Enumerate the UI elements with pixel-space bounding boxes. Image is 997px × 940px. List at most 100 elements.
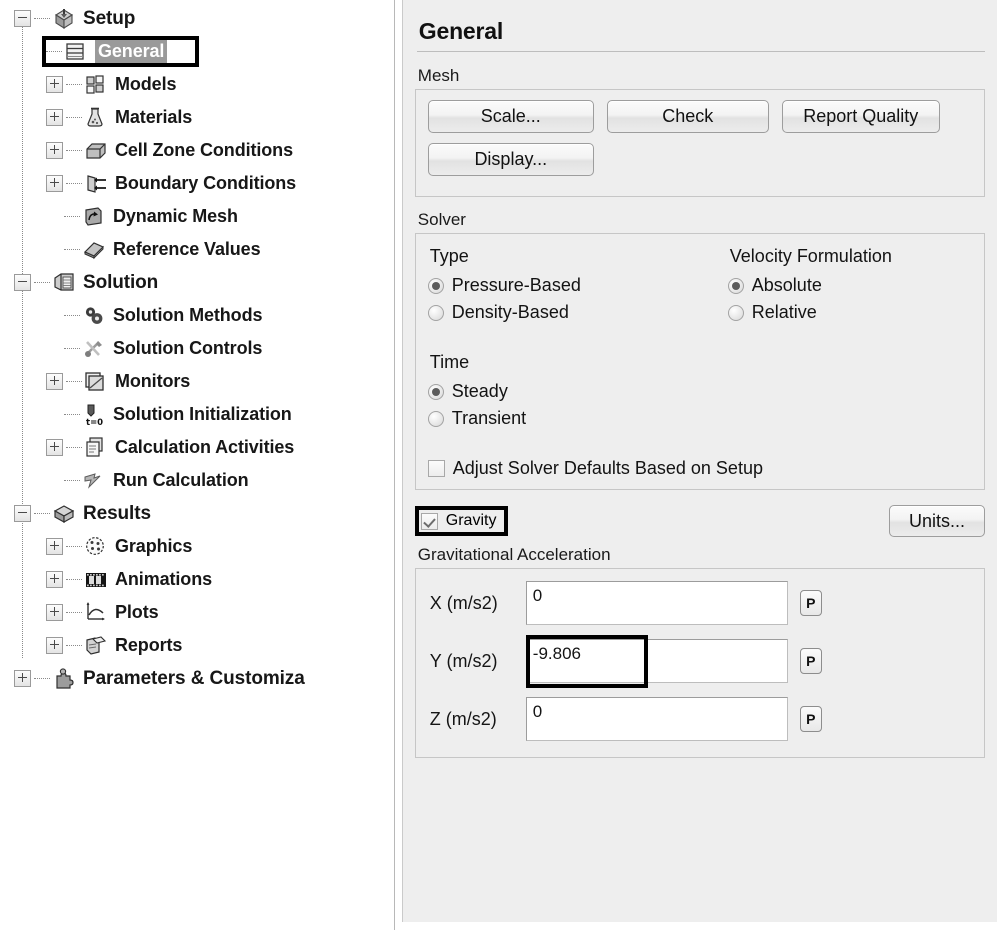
- expander-plus-icon[interactable]: [46, 175, 63, 192]
- results-box-icon: [52, 502, 76, 526]
- gravity-field-x: X (m/s2) 0 P: [430, 581, 974, 625]
- gravity-z-input[interactable]: 0: [525, 697, 788, 741]
- tree-item-results[interactable]: Results: [0, 497, 394, 530]
- radio-unselected-icon[interactable]: [727, 304, 744, 321]
- tree-item-reference-values[interactable]: Reference Values: [0, 233, 394, 266]
- adjust-solver-defaults-checkbox-row[interactable]: Adjust Solver Defaults Based on Setup: [427, 458, 972, 479]
- parameter-button-z[interactable]: P: [799, 706, 822, 732]
- time-column: Time Steady Transient: [427, 352, 972, 432]
- setup-box-icon: [52, 7, 76, 31]
- checkbox-checked-icon[interactable]: [420, 512, 438, 530]
- solution-methods-gears-icon: [82, 304, 106, 328]
- expander-plus-icon[interactable]: [46, 76, 63, 93]
- tree-item-boundary-conditions[interactable]: Boundary Conditions: [0, 167, 394, 200]
- display-button[interactable]: Display...: [427, 143, 594, 176]
- expander-plus-icon[interactable]: [46, 538, 63, 555]
- tree-item-monitors[interactable]: Monitors: [0, 365, 394, 398]
- radio-label: Density-Based: [451, 302, 569, 322]
- outline-tree-panel[interactable]: Setup General Models Materials Cell Zone…: [0, 0, 395, 930]
- tree-item-label: Solution Methods: [113, 305, 263, 325]
- tree-item-dynamic-mesh[interactable]: Dynamic Mesh: [0, 200, 394, 233]
- units-button[interactable]: Units...: [889, 505, 985, 537]
- check-button[interactable]: Check: [606, 100, 769, 133]
- radio-label: Absolute: [751, 275, 822, 295]
- tree-item-label: Animations: [115, 569, 213, 589]
- tree-item-solution-initialization[interactable]: t=0 Solution Initialization: [0, 398, 394, 431]
- radio-transient[interactable]: Transient: [427, 405, 972, 432]
- tree-connector: [64, 314, 80, 317]
- expander-minus-icon[interactable]: [14, 505, 31, 522]
- expander-minus-icon[interactable]: [14, 10, 31, 27]
- page-title: General: [418, 18, 504, 44]
- graphics-palette-icon: [84, 535, 108, 559]
- reference-values-book-icon: [82, 238, 106, 262]
- tree-connector: [64, 479, 80, 482]
- tree-item-models[interactable]: Models: [0, 68, 394, 101]
- report-quality-button[interactable]: Report Quality: [781, 100, 940, 133]
- checkbox-unchecked-icon[interactable]: [427, 460, 445, 477]
- tree-item-solution-methods[interactable]: Solution Methods: [0, 299, 394, 332]
- tree-item-animations[interactable]: Animations: [0, 563, 394, 596]
- tree-item-label: Parameters & Customiza: [83, 667, 305, 689]
- general-list-icon: [64, 40, 88, 64]
- radio-unselected-icon[interactable]: [427, 304, 444, 321]
- gravity-checkbox-row[interactable]: Gravity: [414, 506, 509, 536]
- tree-item-label: Results: [83, 502, 151, 524]
- tree-connector: [66, 83, 82, 86]
- parameter-button-y[interactable]: P: [799, 648, 822, 674]
- cell-zone-box-icon: [84, 139, 108, 163]
- tree-item-label: Dynamic Mesh: [113, 206, 238, 226]
- tree-item-reports[interactable]: Reports: [0, 629, 394, 662]
- tree-connector: [66, 149, 82, 152]
- radio-selected-icon[interactable]: [727, 277, 744, 294]
- radio-selected-icon[interactable]: [427, 383, 444, 400]
- tree-item-solution-controls[interactable]: Solution Controls: [0, 332, 394, 365]
- expander-plus-icon[interactable]: [14, 670, 31, 687]
- tree-item-parameters-customization[interactable]: Parameters & Customiza: [0, 662, 394, 695]
- tree-item-general[interactable]: General: [0, 35, 394, 68]
- radio-unselected-icon[interactable]: [427, 410, 444, 427]
- tree-item-graphics[interactable]: Graphics: [0, 530, 394, 563]
- solver-type-column: Type Pressure-Based Density-Based: [427, 244, 728, 326]
- radio-selected-icon[interactable]: [427, 277, 444, 294]
- gravity-x-input[interactable]: 0: [525, 581, 788, 625]
- animations-filmstrip-icon: [84, 568, 108, 592]
- mesh-group-label: Mesh: [417, 66, 460, 85]
- expander-plus-icon[interactable]: [46, 439, 63, 456]
- task-page-general: General Mesh Scale... Check Report Quali…: [401, 0, 997, 922]
- tree-item-materials[interactable]: Materials: [0, 101, 394, 134]
- tree-connector: [66, 182, 82, 185]
- tree-connector: [64, 413, 80, 416]
- gravity-field-z: Z (m/s2) 0 P: [430, 697, 974, 741]
- tree-item-label: Calculation Activities: [115, 437, 295, 457]
- expander-plus-icon[interactable]: [46, 571, 63, 588]
- radio-pressure-based[interactable]: Pressure-Based: [427, 272, 728, 299]
- radio-steady[interactable]: Steady: [427, 378, 972, 405]
- expander-plus-icon[interactable]: [46, 604, 63, 621]
- gravity-y-input[interactable]: -9.806: [525, 639, 788, 683]
- radio-relative[interactable]: Relative: [727, 299, 972, 326]
- parameter-button-x[interactable]: P: [799, 590, 822, 616]
- tree-item-solution[interactable]: Solution: [0, 266, 394, 299]
- tree-item-setup[interactable]: Setup: [0, 2, 394, 35]
- tree-item-run-calculation[interactable]: Run Calculation: [0, 464, 394, 497]
- expander-plus-icon[interactable]: [46, 142, 63, 159]
- tree-item-label: Reports: [115, 635, 183, 655]
- tree-item-calculation-activities[interactable]: Calculation Activities: [0, 431, 394, 464]
- materials-flask-icon: [84, 106, 108, 130]
- expander-minus-icon[interactable]: [14, 274, 31, 291]
- mesh-button-row-1: Scale... Check Report Quality: [427, 100, 972, 133]
- tree-item-label: Materials: [115, 107, 193, 127]
- outline-tree: Setup General Models Materials Cell Zone…: [0, 0, 394, 695]
- tree-item-cell-zone-conditions[interactable]: Cell Zone Conditions: [0, 134, 394, 167]
- tree-item-label: Run Calculation: [113, 470, 249, 490]
- radio-density-based[interactable]: Density-Based: [427, 299, 728, 326]
- tree-item-label: Plots: [115, 602, 159, 622]
- scale-button[interactable]: Scale...: [427, 100, 594, 133]
- expander-plus-icon[interactable]: [46, 109, 63, 126]
- expander-plus-icon[interactable]: [46, 637, 63, 654]
- tree-item-plots[interactable]: Plots: [0, 596, 394, 629]
- expander-plus-icon[interactable]: [46, 373, 63, 390]
- title-divider: [416, 51, 985, 52]
- radio-absolute[interactable]: Absolute: [727, 272, 972, 299]
